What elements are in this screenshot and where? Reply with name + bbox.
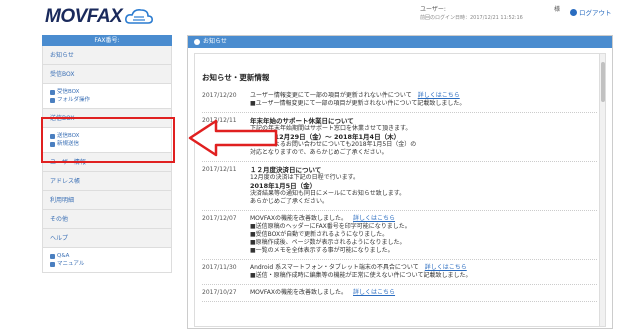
news-item: 2017/12/20 ユーザー情報変更にて一部の項目が更新されない件について 詳し… — [202, 88, 597, 113]
news-body: ユーザー情報変更にて一部の項目が更新されない件について 詳しくはこちら ■ユーザー… — [250, 92, 465, 108]
submenu-inbox[interactable]: 受信BOX — [50, 88, 171, 96]
user-icon — [570, 8, 577, 16]
news-line: 2018年1月5日（金） — [250, 182, 317, 190]
user-label: ユーザー: — [420, 6, 446, 13]
detail-link[interactable]: 詳しくはこちら — [418, 92, 460, 99]
news-line: ■原稿作成後、ページ数が表示されるようになりました。 — [250, 239, 406, 246]
info-icon — [194, 39, 200, 45]
manual-icon — [50, 261, 55, 267]
news-line: ■送信・原稿作成時に編集等の機能が正常に使えない件について記載致しました。 — [250, 272, 472, 279]
sidebar-item-other[interactable]: その他 — [42, 210, 172, 229]
news-date: 2017/11/30 — [202, 264, 237, 271]
help-submenu: Q&A マニュアル — [42, 248, 172, 273]
qa-icon — [50, 253, 55, 259]
sidebar-item-address-book[interactable]: アドレス帳 — [42, 172, 172, 191]
scrollbar[interactable] — [599, 54, 605, 326]
section-title: お知らせ・更新情報 — [202, 73, 270, 82]
sidebar-item-usage[interactable]: 利用明細 — [42, 191, 172, 210]
news-body: １２月度決済日について 12月度の決済は下記の日程で行います。 2018年1月5… — [250, 166, 405, 206]
logout-link[interactable]: ログアウト — [570, 7, 612, 17]
sidebar-item-help[interactable]: ヘルプ — [42, 229, 172, 248]
submenu-inbox-label: 受信BOX — [57, 89, 80, 95]
news-date: 2017/12/07 — [202, 215, 237, 222]
news-date: 2017/10/27 — [202, 289, 237, 296]
folder-icon — [50, 97, 55, 103]
news-item: 2017/11/30 Android 系スマートフォン・タブレット端末の不具合に… — [202, 260, 597, 285]
logo-text: MOVFAX — [45, 6, 123, 27]
news-item: 2017/12/07 MOVFAXの機能を改善致しました。 詳しくはこちら ■送信… — [202, 211, 597, 260]
news-scroll-area[interactable]: お知らせ・更新情報 2017/12/20 ユーザー情報変更にて一部の項目が更新さ… — [194, 53, 606, 327]
news-line: ■ユーザー情報変更にて一部の項目が更新されない件について記載致しました。 — [250, 100, 466, 107]
news-line: あらかじめご了承ください。 — [250, 198, 329, 205]
header: MOVFAX ユーザー: 様 前回のログイン日時：2017/12/21 11:5… — [0, 0, 640, 30]
sidebar-item-inbox[interactable]: 受信BOX — [42, 65, 172, 84]
news-panel: お知らせ お知らせ・更新情報 2017/12/20 ユーザー情報変更にて一部の項… — [187, 35, 613, 329]
scroll-thumb[interactable] — [601, 62, 605, 102]
news-body: MOVFAXの機能を改善致しました。 詳しくはこちら ■送信原稿のヘッダーにFAX… — [250, 215, 411, 255]
submenu-folder-label: フォルダ操作 — [57, 97, 91, 103]
news-date: 2017/12/20 — [202, 92, 237, 99]
last-login: 前回のログイン日時：2017/12/21 11:52:16 — [420, 15, 523, 21]
news-item: 2017/10/27 MOVFAXの機能を改善致しました。 詳しくはこちら — [202, 285, 597, 302]
panel-header: お知らせ — [188, 36, 612, 48]
inbox-submenu: 受信BOX フォルダ操作 — [42, 84, 172, 109]
news-body: Android 系スマートフォン・タブレット端末の不具合について 詳しくはこちら … — [250, 264, 472, 280]
news-headline: MOVFAXの機能を改善致しました。 — [250, 215, 348, 222]
inbox-icon — [50, 89, 55, 95]
news-headline: MOVFAXの機能を改善致しました。 — [250, 289, 348, 296]
left-arrow-annotation — [188, 119, 278, 157]
news-line: ■一覧のメモを全体表示する事が可能になりました。 — [250, 247, 394, 254]
news-headline: １２月度決済日について — [250, 166, 322, 174]
news-line: ■送信原稿のヘッダーにFAX番号を印字可能になりました。 — [250, 223, 411, 230]
user-info: ユーザー: 様 前回のログイン日時：2017/12/21 11:52:16 — [420, 4, 560, 21]
submenu-qa-label: Q&A — [57, 253, 70, 259]
submenu-manual-label: マニュアル — [57, 261, 85, 267]
news-headline: ユーザー情報変更にて一部の項目が更新されない件について — [250, 92, 412, 99]
cloud-icon — [125, 9, 154, 24]
outbox-highlight-box — [41, 117, 175, 163]
news-headline: Android 系スマートフォン・タブレット端末の不具合について — [250, 264, 419, 271]
detail-link[interactable]: 詳しくはこちら — [353, 289, 395, 296]
submenu-folder[interactable]: フォルダ操作 — [50, 96, 171, 104]
news-item: 2017/12/11 １２月度決済日について 12月度の決済は下記の日程で行いま… — [202, 162, 597, 211]
user-suffix: 様 — [553, 6, 560, 13]
news-line: 12月度の決済は下記の日程で行います。 — [250, 174, 360, 181]
news-line: 決済結果等の通知も同日にメールにてお知らせ致します。 — [250, 190, 406, 197]
detail-link[interactable]: 詳しくはこちら — [353, 215, 395, 222]
submenu-qa[interactable]: Q&A — [50, 252, 171, 260]
submenu-manual[interactable]: マニュアル — [50, 260, 171, 268]
news-body: MOVFAXの機能を改善致しました。 詳しくはこちら — [250, 289, 395, 297]
movfax-logo[interactable]: MOVFAX — [45, 6, 154, 28]
panel-title: お知らせ — [203, 38, 227, 45]
news-date: 2017/12/11 — [202, 166, 237, 173]
fax-number-heading: FAX番号: — [42, 35, 172, 46]
news-line: ■受信BOXが自動で更新されるようになりました。 — [250, 231, 389, 238]
logout-label: ログアウト — [579, 9, 612, 17]
detail-link[interactable]: 詳しくはこちら — [425, 264, 467, 271]
sidebar-item-news[interactable]: お知らせ — [42, 46, 172, 65]
